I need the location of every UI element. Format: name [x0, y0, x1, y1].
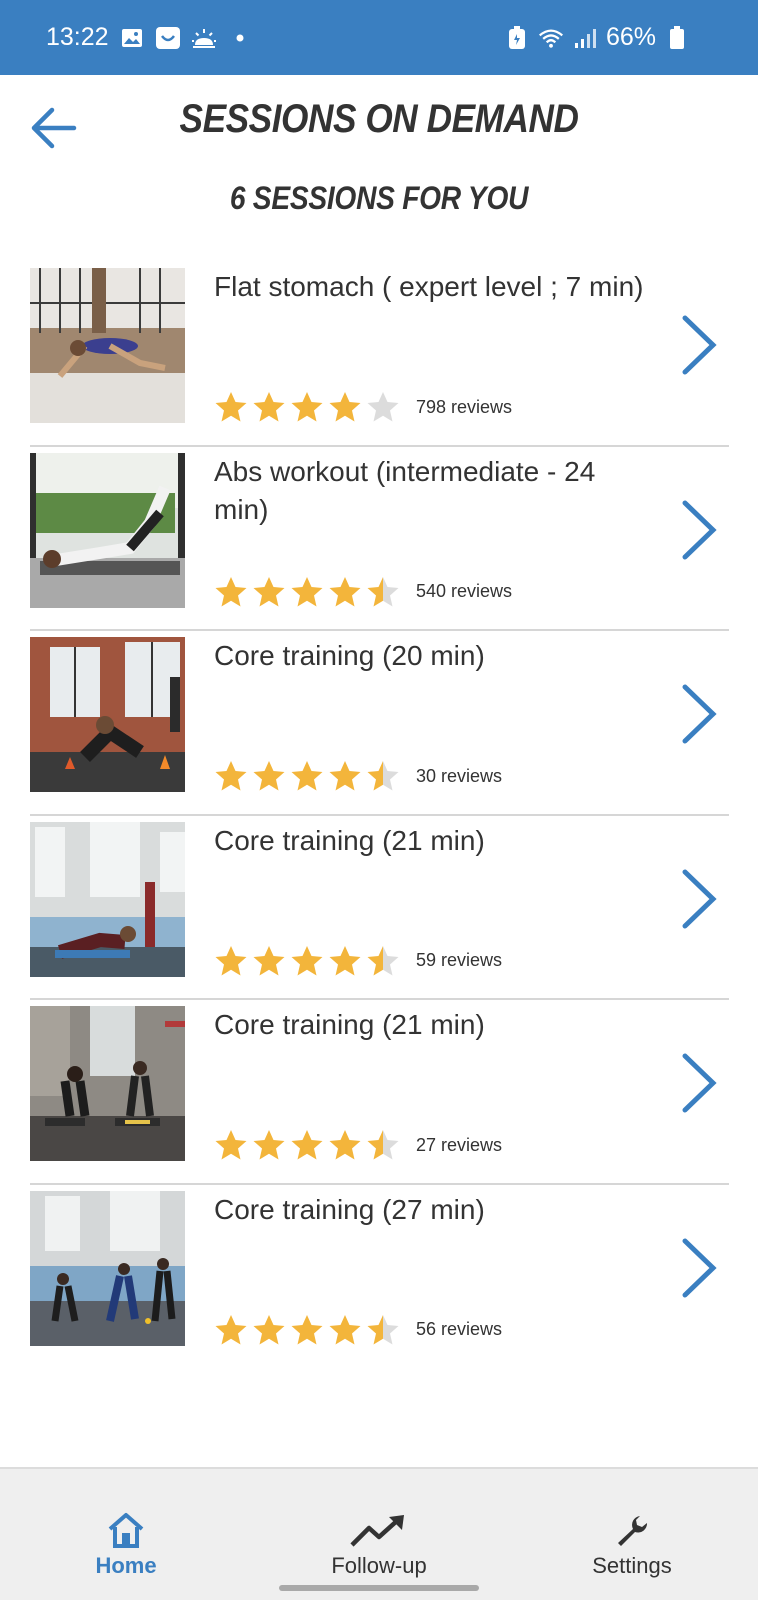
star-icon	[367, 1130, 399, 1160]
star-icon	[329, 1314, 361, 1345]
session-row[interactable]: Core training (21 min) 27 reviews	[30, 1000, 729, 1185]
session-row[interactable]: Flat stomach ( expert level ; 7 min) 798…	[30, 262, 729, 447]
dot-icon	[227, 25, 253, 51]
signal-icon	[572, 25, 598, 51]
star-icon	[291, 945, 323, 976]
rating: 540 reviews	[214, 575, 512, 609]
review-count: 56 reviews	[416, 1319, 503, 1340]
rating: 27 reviews	[214, 1128, 502, 1162]
session-row[interactable]: Core training (20 min) 30 reviews	[30, 631, 729, 816]
session-thumbnail	[30, 268, 185, 423]
wrench-icon	[618, 1516, 648, 1546]
session-list: Flat stomach ( expert level ; 7 min) 798…	[30, 262, 729, 1370]
session-row[interactable]: Abs workout (intermediate - 24 min) 540 …	[30, 447, 729, 632]
page-subtitle: 6 SESSIONS FOR YOU	[229, 180, 529, 216]
star-icon	[291, 392, 323, 422]
chevron-right-icon	[682, 500, 717, 560]
stars	[214, 390, 400, 424]
chevron-right-icon	[682, 1238, 717, 1298]
nav-home[interactable]: Home	[26, 1469, 226, 1579]
weather-icon	[191, 25, 217, 51]
star-icon	[215, 576, 247, 607]
star-icon	[253, 1314, 285, 1345]
stars	[214, 1128, 400, 1162]
star-icon	[291, 576, 323, 607]
star-icon	[215, 1314, 247, 1345]
session-thumbnail	[30, 1006, 185, 1162]
star-icon	[329, 576, 361, 607]
rating: 798 reviews	[214, 390, 512, 424]
notification-icon	[155, 25, 181, 51]
nav-label: Home	[95, 1553, 157, 1578]
trend-icon	[350, 1515, 404, 1547]
session-title: Abs workout (intermediate - 24 min)	[214, 455, 596, 525]
nav-label: Follow-up	[331, 1553, 427, 1578]
review-count: 59 reviews	[416, 950, 503, 971]
star-icon	[253, 576, 285, 607]
star-icon	[367, 1314, 399, 1345]
star-icon	[215, 392, 247, 422]
star-icon	[367, 576, 399, 607]
battery-percent: 66%	[605, 23, 656, 51]
star-icon	[367, 945, 399, 976]
star-icon	[215, 761, 247, 791]
star-icon	[329, 1130, 361, 1160]
chevron-right-icon	[682, 684, 717, 744]
gallery-icon	[119, 25, 145, 51]
star-icon	[253, 945, 285, 976]
session-title: Core training (20 min)	[214, 640, 485, 672]
session-thumbnail	[30, 452, 185, 608]
star-icon	[253, 392, 285, 422]
star-icon	[215, 945, 247, 976]
stars	[214, 759, 400, 793]
session-thumbnail	[30, 821, 185, 977]
rating: 59 reviews	[214, 944, 502, 978]
nav-settings[interactable]: Settings	[532, 1469, 732, 1579]
session-row[interactable]: Core training (27 min) 56 reviews	[30, 1185, 729, 1370]
session-thumbnail	[30, 1190, 185, 1346]
star-icon	[329, 945, 361, 976]
star-icon	[215, 1130, 247, 1160]
header: SESSIONS ON DEMAND	[0, 75, 758, 180]
rating: 30 reviews	[214, 759, 502, 793]
star-icon	[291, 1130, 323, 1160]
nav-label: Settings	[592, 1553, 672, 1578]
wifi-icon	[538, 25, 564, 51]
stars	[214, 575, 400, 609]
bottom-nav: Home Follow-up Settings	[0, 1467, 758, 1600]
star-icon	[329, 761, 361, 791]
review-count: 30 reviews	[416, 765, 503, 786]
nav-follow-up[interactable]: Follow-up	[279, 1469, 479, 1579]
session-title: Core training (27 min)	[214, 1193, 485, 1225]
review-count: 540 reviews	[416, 581, 513, 602]
star-icon	[291, 761, 323, 791]
stars	[214, 944, 400, 978]
stars	[214, 1313, 400, 1347]
star-icon	[329, 392, 361, 422]
review-count: 798 reviews	[416, 396, 513, 417]
star-icon	[253, 761, 285, 791]
review-count: 27 reviews	[416, 1134, 503, 1155]
session-thumbnail	[30, 637, 185, 793]
session-title: Flat stomach ( expert level ; 7 min)	[214, 271, 644, 302]
star-icon	[367, 392, 399, 422]
session-row[interactable]: Core training (21 min) 59 reviews	[30, 816, 729, 1001]
star-icon	[367, 761, 399, 791]
page-title: SESSIONS ON DEMAND	[179, 97, 579, 141]
session-title: Core training (21 min)	[214, 824, 485, 856]
star-icon	[253, 1130, 285, 1160]
chevron-right-icon	[682, 869, 717, 929]
session-title: Core training (21 min)	[214, 1009, 485, 1041]
home-icon	[108, 1513, 144, 1548]
battery-icon	[664, 25, 690, 51]
battery-saver-icon	[504, 25, 530, 51]
gesture-bar[interactable]	[279, 1585, 479, 1591]
rating: 56 reviews	[214, 1313, 502, 1347]
chevron-right-icon	[682, 1053, 717, 1113]
star-icon	[291, 1314, 323, 1345]
status-time: 13:22	[46, 23, 109, 51]
chevron-right-icon	[682, 315, 717, 375]
status-bar: 13:22 66%	[0, 0, 758, 75]
